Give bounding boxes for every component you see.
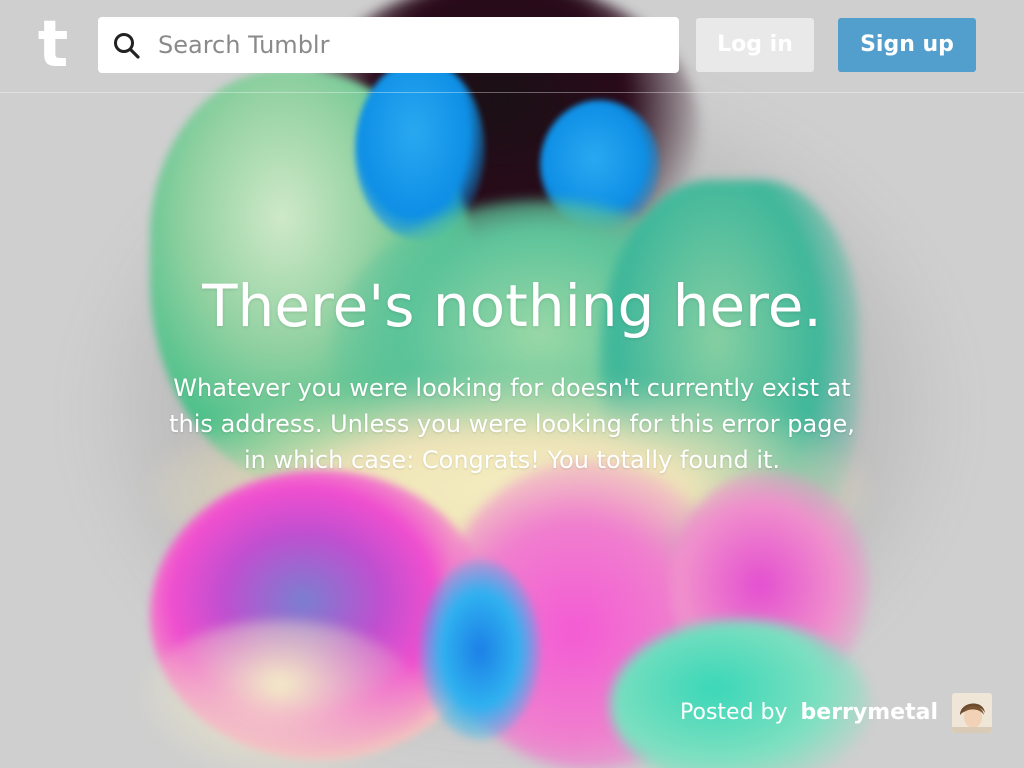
search-box[interactable] xyxy=(98,17,679,73)
avatar-image xyxy=(952,693,992,733)
credit-username-link[interactable]: berrymetal xyxy=(801,700,938,725)
user-avatar-icon[interactable] xyxy=(952,693,992,733)
error-description: Whatever you were looking for doesn't cu… xyxy=(169,374,855,474)
error-title: There's nothing here. xyxy=(202,272,822,340)
signup-button[interactable]: Sign up xyxy=(838,18,976,72)
error-message: There's nothing here. Whatever you were … xyxy=(140,270,884,478)
top-header: t Log in Sign up xyxy=(0,0,1024,93)
tumblr-logo[interactable]: t xyxy=(28,10,78,80)
artwork-cream-bottom xyxy=(140,620,420,768)
artwork-credit: Posted by berrymetal xyxy=(680,696,938,730)
artwork-blue-bottom xyxy=(420,560,540,740)
credit-prefix: Posted by xyxy=(680,700,788,725)
login-button[interactable]: Log in xyxy=(696,18,814,72)
search-input[interactable] xyxy=(158,23,663,67)
search-icon xyxy=(114,33,140,59)
